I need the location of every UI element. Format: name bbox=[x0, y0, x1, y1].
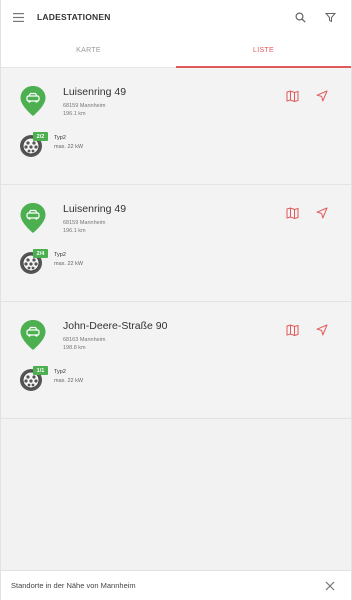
tab-liste[interactable]: LISTE bbox=[176, 34, 351, 68]
availability-badge: 2/2 bbox=[33, 132, 48, 141]
station-card[interactable]: John-Deere-Straße 90 68163 Mannheim 198.… bbox=[1, 302, 351, 419]
close-button[interactable] bbox=[315, 571, 345, 600]
show-on-map-button[interactable] bbox=[285, 322, 300, 337]
navigate-button[interactable] bbox=[314, 88, 329, 103]
search-button[interactable] bbox=[285, 2, 315, 32]
station-name: Luisenring 49 bbox=[63, 203, 127, 215]
location-info-bar: Standorte in der Nähe von Mannheim bbox=[1, 570, 351, 600]
map-icon bbox=[286, 89, 299, 102]
connector-max-power: max. 22 kW bbox=[54, 261, 84, 267]
map-icon bbox=[286, 323, 299, 336]
search-icon bbox=[294, 11, 306, 23]
station-name: John-Deere-Straße 90 bbox=[63, 320, 168, 332]
connector-type: Typ2 bbox=[54, 369, 66, 375]
filter-icon bbox=[324, 12, 336, 22]
map-icon bbox=[286, 206, 299, 219]
station-address: 68159 Mannheim bbox=[63, 103, 106, 109]
navigation-arrow-icon bbox=[316, 324, 327, 335]
station-card[interactable]: Luisenring 49 68159 Mannheim 196.1 km 2/… bbox=[1, 68, 351, 185]
station-address: 68159 Mannheim bbox=[63, 220, 106, 226]
station-address: 68163 Mannheim bbox=[63, 337, 106, 343]
connector-type: Typ2 bbox=[54, 135, 66, 141]
station-list: Luisenring 49 68159 Mannheim 196.1 km 2/… bbox=[1, 68, 351, 419]
connector-max-power: max. 22 kW bbox=[54, 144, 84, 150]
show-on-map-button[interactable] bbox=[285, 88, 300, 103]
app-bar: LADESTATIONEN bbox=[1, 0, 351, 34]
navigate-button[interactable] bbox=[314, 322, 329, 337]
charging-station-pin-icon bbox=[20, 320, 46, 350]
station-card[interactable]: Luisenring 49 68159 Mannheim 196.1 km 2/… bbox=[1, 185, 351, 302]
connector-max-power: max. 22 kW bbox=[54, 378, 84, 384]
charging-station-pin-icon bbox=[20, 86, 46, 116]
availability-badge: 1/1 bbox=[33, 366, 48, 375]
availability-badge: 2/4 bbox=[33, 249, 48, 258]
station-distance: 196.1 km bbox=[63, 228, 86, 234]
navigate-button[interactable] bbox=[314, 205, 329, 220]
navigation-arrow-icon bbox=[316, 207, 327, 218]
tab-bar: KARTE LISTE bbox=[1, 34, 351, 68]
hamburger-menu-icon bbox=[12, 12, 24, 22]
station-name: Luisenring 49 bbox=[63, 86, 127, 98]
filter-button[interactable] bbox=[315, 2, 345, 32]
app-window: LADESTATIONEN KARTE LISTE Luisenring 49 … bbox=[0, 0, 352, 600]
navigation-arrow-icon bbox=[316, 90, 327, 101]
page-title: LADESTATIONEN bbox=[37, 12, 111, 22]
close-icon bbox=[325, 581, 335, 590]
tab-karte[interactable]: KARTE bbox=[1, 34, 176, 67]
show-on-map-button[interactable] bbox=[285, 205, 300, 220]
location-info-text: Standorte in der Nähe von Mannheim bbox=[11, 581, 136, 590]
station-distance: 196.1 km bbox=[63, 111, 86, 117]
station-distance: 198.8 km bbox=[63, 345, 86, 351]
menu-button[interactable] bbox=[1, 0, 35, 34]
connector-type: Typ2 bbox=[54, 252, 66, 258]
charging-station-pin-icon bbox=[20, 203, 46, 233]
